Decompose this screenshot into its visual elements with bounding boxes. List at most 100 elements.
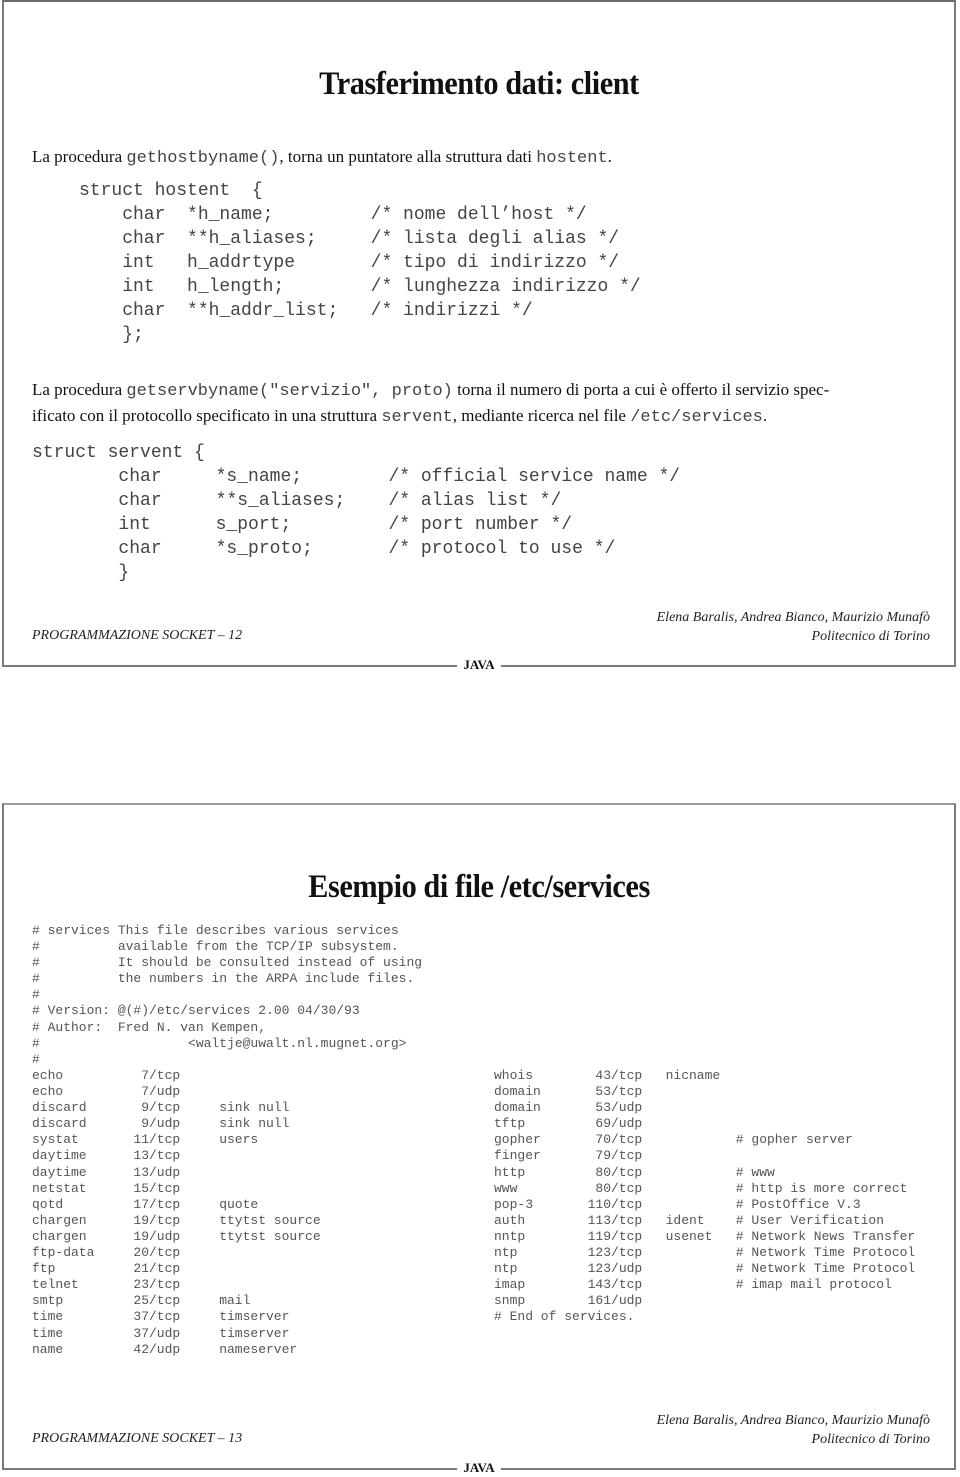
service-entry: name 42/udp nameserver <box>32 1342 328 1358</box>
service-entry: netstat 15/tcp <box>32 1181 328 1197</box>
service-comment: # Network Time Protocol <box>735 1261 916 1277</box>
service-port: 20/tcp <box>133 1245 181 1261</box>
service-aliases: mail <box>219 1293 251 1309</box>
code-line: char *s_proto; /* protocol to use */ <box>32 539 616 559</box>
java-label: JAVA <box>4 1460 954 1476</box>
intro-code-function: gethostbyname() <box>126 149 280 168</box>
service-aliases: users <box>219 1132 259 1148</box>
service-entry: nntp 119/tcp usenet # Network News Transfer <box>494 1229 923 1245</box>
service-aliases: usenet <box>665 1228 713 1244</box>
service-name: telnet <box>32 1277 79 1293</box>
service-aliases: sink null <box>219 1100 290 1116</box>
service-name: ntp <box>494 1261 518 1277</box>
service-comment: # gopher server <box>735 1132 853 1148</box>
servby-text: , mediante ricerca nel file <box>452 406 631 425</box>
service-comment: # imap mail protocol <box>735 1277 892 1293</box>
footer-page-label: PROGRAMMAZIONE SOCKET – 13 <box>32 1431 243 1446</box>
service-name: netstat <box>32 1180 87 1196</box>
servbyname-line-2: ificato con il protocollo specificato in… <box>32 404 942 430</box>
service-entry: daytime 13/tcp <box>32 1148 328 1164</box>
footer-credits: Elena Baralis, Andrea Bianco, Maurizio M… <box>657 608 930 646</box>
service-entry: daytime 13/udp <box>32 1165 328 1181</box>
code-line: # the numbers in the ARPA include files. <box>32 971 415 987</box>
hostent-code-block: struct hostent { char *h_name; /* nome d… <box>79 179 641 347</box>
service-port: 21/tcp <box>133 1261 181 1277</box>
code-line: char *s_name; /* official service name *… <box>32 467 681 487</box>
service-entry: discard 9/tcp sink null <box>32 1100 328 1116</box>
code-line: # services This file describes various s… <box>32 923 399 938</box>
service-entry: domain 53/udp <box>494 1100 923 1116</box>
service-entry: chargen 19/tcp ttytst source <box>32 1213 328 1229</box>
intro-text: La procedura <box>32 147 127 166</box>
service-name: ftp-data <box>32 1245 95 1261</box>
service-port: 123/tcp <box>587 1245 643 1261</box>
service-name: imap <box>494 1277 526 1293</box>
code-line: # <box>32 1051 40 1067</box>
service-port: 70/tcp <box>595 1132 643 1148</box>
code-line: } <box>32 563 130 583</box>
service-port: 113/tcp <box>587 1212 643 1228</box>
service-name: gopher <box>494 1132 541 1148</box>
intro-code-struct: hostent <box>536 149 608 168</box>
service-entry: whois 43/tcp nicname <box>494 1068 923 1084</box>
service-aliases: sink null <box>219 1116 290 1132</box>
service-port: 13/tcp <box>133 1148 181 1164</box>
servby-text: . <box>762 406 768 425</box>
service-port: 53/tcp <box>595 1084 643 1100</box>
service-entry: time 37/udp timserver <box>32 1326 328 1342</box>
service-name: www <box>494 1180 518 1196</box>
servby-text: torna il numero di porta a cui è offerto… <box>452 380 830 399</box>
intro-paragraph: La procedura gethostbyname(), torna un p… <box>32 145 612 171</box>
footer-page-label: PROGRAMMAZIONE SOCKET – 12 <box>32 628 243 643</box>
code-line: char **s_aliases; /* alias list */ <box>32 491 562 511</box>
code-line: char *h_name; /* nome dell’host */ <box>79 205 587 225</box>
code-line: # <box>32 987 40 1003</box>
service-aliases: ident <box>665 1212 705 1228</box>
servby-text: ificato con il protocollo specificato in… <box>32 406 382 425</box>
service-port: 13/udp <box>133 1164 181 1180</box>
service-entry: ftp-data 20/tcp <box>32 1245 328 1261</box>
service-name: chargen <box>32 1212 87 1228</box>
service-entry: www 80/tcp # http is more correct <box>494 1181 923 1197</box>
service-port: 143/tcp <box>587 1277 643 1293</box>
service-port: 37/tcp <box>133 1309 181 1325</box>
service-aliases: ttytst source <box>219 1228 321 1244</box>
code-line: int h_addrtype /* tipo di indirizzo */ <box>79 253 620 273</box>
service-name: daytime <box>32 1164 87 1180</box>
service-comment: # www <box>735 1164 775 1180</box>
service-comment: # Network Time Protocol <box>735 1245 916 1261</box>
service-port: 43/tcp <box>595 1068 643 1083</box>
service-name: chargen <box>32 1228 87 1244</box>
service-entry: chargen 19/udp ttytst source <box>32 1229 328 1245</box>
service-port: 7/udp <box>141 1084 181 1100</box>
service-name: smtp <box>32 1293 64 1309</box>
service-name: time <box>32 1325 64 1341</box>
code-line: char **h_addr_list; /* indirizzi */ <box>79 301 533 321</box>
slide-title: Trasferimento dati: client <box>319 66 639 102</box>
servbyname-paragraph: La procedura getservbyname("servizio", p… <box>32 378 942 430</box>
service-port: 80/tcp <box>595 1180 643 1196</box>
code-line: struct hostent { <box>79 181 263 201</box>
service-name: tftp <box>494 1116 526 1132</box>
service-entry: finger 79/tcp <box>494 1148 923 1164</box>
intro-text: , torna un puntatore alla struttura dati <box>279 147 537 166</box>
service-port: 23/tcp <box>133 1277 181 1293</box>
service-port: 110/tcp <box>587 1196 643 1212</box>
service-port: 9/tcp <box>141 1100 181 1116</box>
service-entry: gopher 70/tcp # gopher server <box>494 1132 923 1148</box>
service-entry: tftp 69/udp <box>494 1116 923 1132</box>
java-label: JAVA <box>4 657 954 673</box>
footer-credits: Elena Baralis, Andrea Bianco, Maurizio M… <box>657 1411 930 1449</box>
service-entry: echo 7/tcp <box>32 1068 328 1084</box>
service-entry: systat 11/tcp users <box>32 1132 328 1148</box>
service-entry: echo 7/udp <box>32 1084 328 1100</box>
service-comment: # Network News Transfer <box>735 1228 916 1244</box>
service-port: 19/tcp <box>133 1212 181 1228</box>
java-label-text: JAVA <box>457 1460 501 1475</box>
service-name: ftp <box>32 1261 56 1277</box>
service-name: http <box>494 1164 526 1180</box>
servby-code-function: getservbyname("servizio", proto) <box>126 382 453 401</box>
footer-institution: Politecnico di Torino <box>811 629 930 644</box>
end-of-services: # End of services. <box>494 1309 635 1325</box>
code-line: char **h_aliases; /* lista degli alias *… <box>79 229 620 249</box>
